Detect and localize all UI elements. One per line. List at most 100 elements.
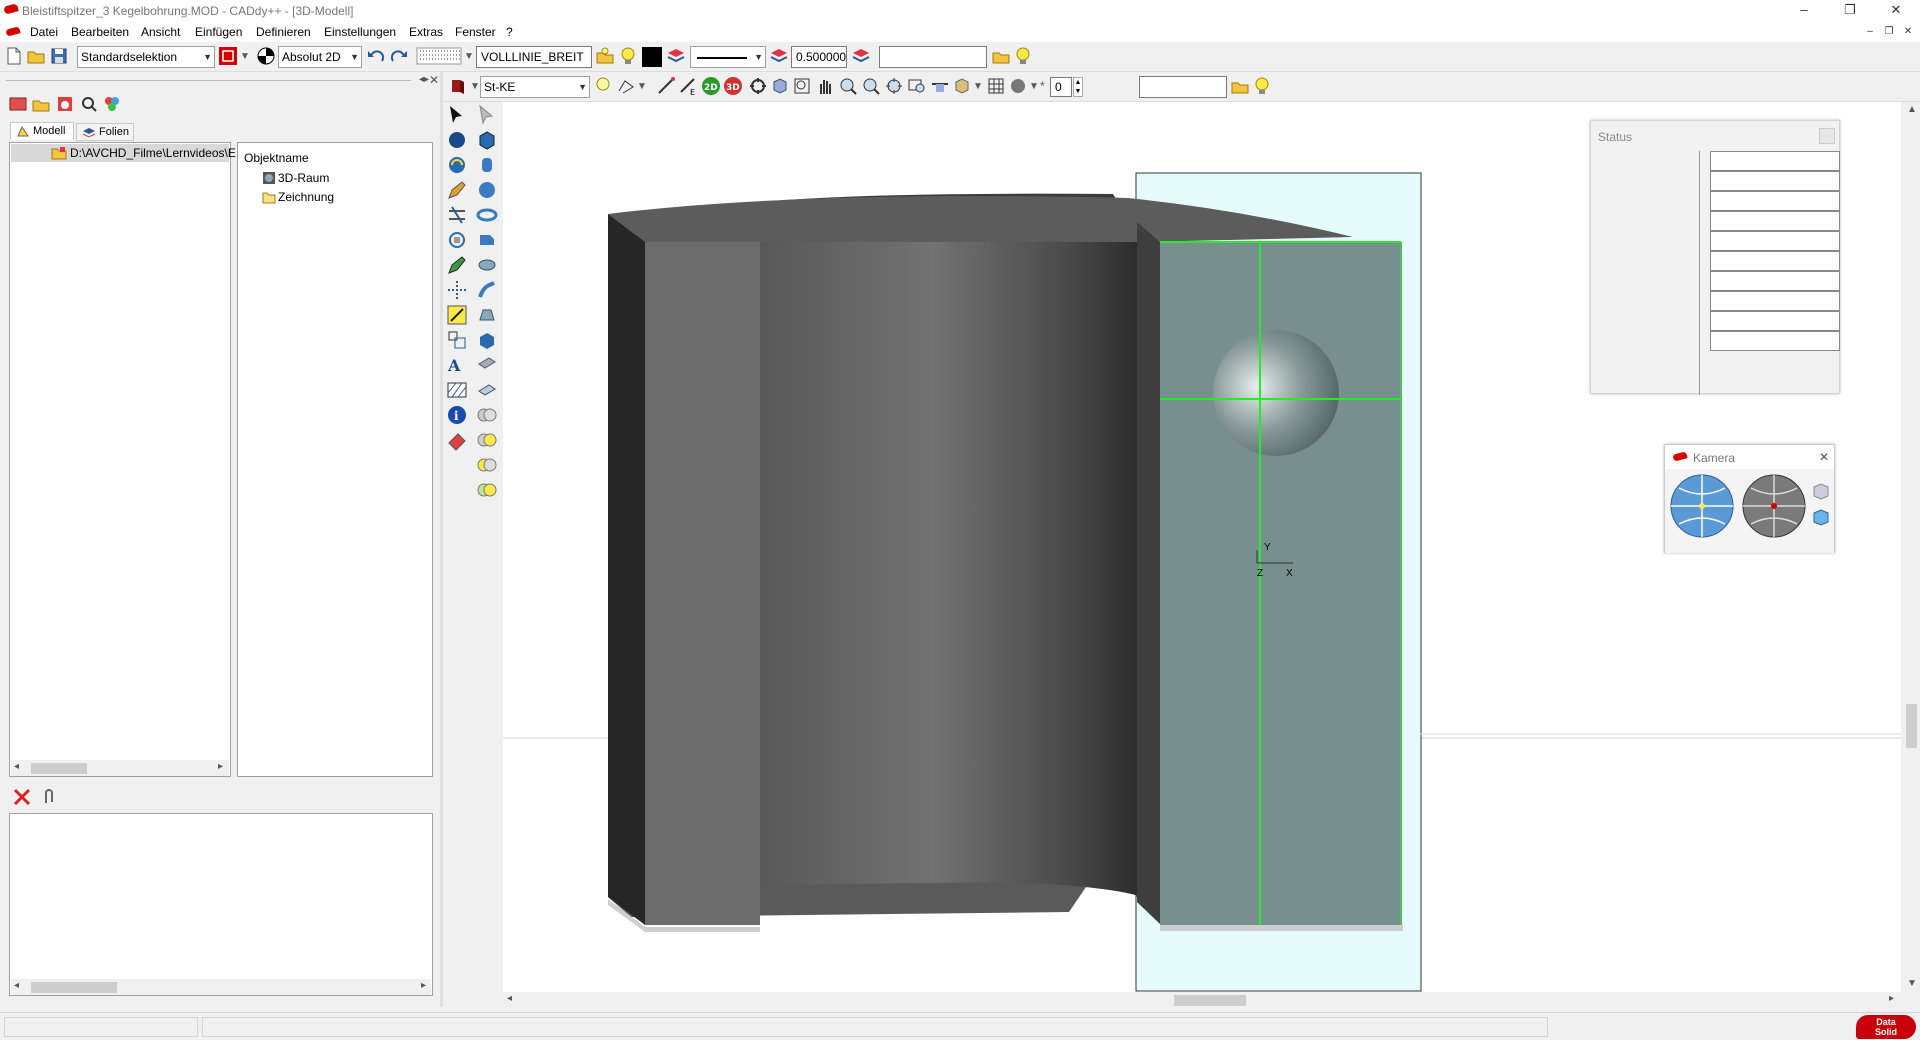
minimize-button[interactable]: – bbox=[1781, 0, 1827, 22]
zoom-window-icon[interactable] bbox=[792, 76, 812, 96]
status-field[interactable] bbox=[1710, 271, 1840, 291]
status-panel-pin-button[interactable] bbox=[1819, 128, 1835, 144]
tab-modell[interactable]: Modell bbox=[10, 122, 74, 140]
status-field[interactable] bbox=[1710, 291, 1840, 311]
layer-folder-icon[interactable] bbox=[595, 46, 615, 66]
viewport-vscroll-thumb[interactable] bbox=[1906, 704, 1917, 748]
tree-root-row[interactable]: D:\AVCHD_Filme\Lernvideos\E bbox=[11, 144, 236, 162]
viewport-hscrollbar[interactable]: ◂ ▸ bbox=[503, 992, 1901, 1008]
layer-folder-2-icon[interactable] bbox=[991, 46, 1011, 66]
layer-name-field[interactable] bbox=[879, 46, 987, 68]
wireframe-icon[interactable] bbox=[986, 76, 1006, 96]
dimension-icon[interactable] bbox=[446, 304, 468, 326]
camera-view-front-icon[interactable] bbox=[1811, 481, 1831, 501]
layer-stack-icon[interactable] bbox=[851, 46, 871, 66]
status-field[interactable] bbox=[1710, 251, 1840, 271]
close-button[interactable]: ✕ bbox=[1873, 0, 1919, 22]
section-plane-icon[interactable] bbox=[930, 76, 950, 96]
selection-filter-dropdown-icon[interactable]: ▼ bbox=[240, 51, 250, 62]
count-spin-buttons[interactable]: ▲ ▼ bbox=[1073, 77, 1083, 97]
light-icon[interactable] bbox=[593, 76, 613, 96]
render-sphere-icon[interactable] bbox=[1008, 76, 1028, 96]
line-width-field[interactable]: 0.500000 bbox=[791, 46, 847, 68]
status-field[interactable] bbox=[1710, 211, 1840, 231]
cylinder-icon[interactable] bbox=[476, 154, 498, 176]
tree-hscrollbar[interactable]: ◂ ▸ bbox=[11, 760, 229, 776]
extra-field[interactable] bbox=[1139, 76, 1227, 98]
pointer-gray-icon[interactable] bbox=[476, 104, 498, 126]
status-field[interactable] bbox=[1710, 331, 1840, 351]
count-spinner[interactable]: 0 bbox=[1050, 77, 1072, 97]
delete-property-icon[interactable] bbox=[12, 787, 32, 807]
scale-icon[interactable] bbox=[446, 329, 468, 351]
menu-einstellungen[interactable]: Einstellungen bbox=[324, 25, 396, 39]
properties-hscroll-thumb[interactable] bbox=[31, 982, 117, 993]
width-layers-icon[interactable] bbox=[769, 46, 789, 66]
tree-hscroll-thumb[interactable] bbox=[31, 763, 87, 774]
sphere-solid-icon[interactable] bbox=[476, 179, 498, 201]
status-field[interactable] bbox=[1710, 171, 1840, 191]
viewport-hscroll-thumb[interactable] bbox=[1174, 995, 1246, 1006]
lasso-select-icon[interactable] bbox=[616, 76, 636, 96]
menu-einfuegen[interactable]: Einfügen bbox=[195, 25, 242, 39]
menu-ansicht[interactable]: Ansicht bbox=[141, 25, 180, 39]
document-menu-icon[interactable] bbox=[5, 26, 21, 37]
edge-tool-icon[interactable]: E bbox=[678, 76, 698, 96]
coord-system-icon[interactable] bbox=[256, 46, 276, 66]
slice-icon[interactable] bbox=[476, 379, 498, 401]
star-icon[interactable]: * bbox=[1040, 79, 1045, 93]
mdi-restore-button[interactable]: ❐ bbox=[1881, 24, 1897, 40]
sphere-icon[interactable] bbox=[446, 129, 468, 151]
zoom-all-icon[interactable] bbox=[884, 76, 904, 96]
zoom-previous-icon[interactable] bbox=[907, 76, 927, 96]
trim-icon[interactable] bbox=[446, 204, 468, 226]
pencil-icon[interactable] bbox=[446, 179, 468, 201]
layer-folder-3-icon[interactable] bbox=[1230, 76, 1250, 96]
pan-hand-icon[interactable] bbox=[815, 76, 835, 96]
extrude-icon[interactable] bbox=[476, 229, 498, 251]
lasso-dropdown-icon[interactable]: ▼ bbox=[637, 81, 647, 92]
boolean-intersect-icon[interactable] bbox=[476, 454, 498, 476]
view-2d-icon[interactable]: 2D bbox=[701, 76, 721, 96]
render-dropdown-icon[interactable]: ▼ bbox=[1029, 81, 1039, 92]
camera-close-icon[interactable]: ✕ bbox=[1819, 450, 1829, 464]
save-file-icon[interactable] bbox=[49, 46, 69, 66]
box-icon[interactable] bbox=[476, 129, 498, 151]
torus-icon[interactable] bbox=[476, 204, 498, 226]
shading-dropdown-icon[interactable]: ▼ bbox=[973, 81, 983, 92]
model-view-icon[interactable] bbox=[8, 94, 28, 114]
open-file-icon[interactable] bbox=[26, 46, 46, 66]
chamfer-icon[interactable] bbox=[476, 329, 498, 351]
orbit-icon[interactable] bbox=[748, 76, 768, 96]
color-swatch[interactable] bbox=[642, 47, 662, 67]
bulb-3-icon[interactable] bbox=[1252, 76, 1272, 96]
zoom-out-icon[interactable] bbox=[861, 76, 881, 96]
mdi-close-button[interactable]: ✕ bbox=[1900, 24, 1916, 40]
menu-definieren[interactable]: Definieren bbox=[256, 25, 311, 39]
material-icon-dropdown[interactable]: ▼ bbox=[470, 81, 480, 92]
new-file-icon[interactable] bbox=[4, 46, 24, 66]
bulb-2-icon[interactable] bbox=[1013, 46, 1033, 66]
loft-icon[interactable] bbox=[476, 304, 498, 326]
selection-mode-select[interactable]: Standardselektion ▼ bbox=[77, 46, 215, 68]
revolve-icon[interactable] bbox=[476, 254, 498, 276]
attach-property-icon[interactable] bbox=[38, 787, 58, 807]
panel-close-icon[interactable]: ✕ bbox=[429, 73, 439, 87]
boolean-misc-icon[interactable] bbox=[476, 479, 498, 501]
material-icon[interactable] bbox=[448, 76, 468, 96]
menu-help[interactable]: ? bbox=[506, 25, 513, 39]
panel-autohide-icon[interactable]: ◂▸ bbox=[419, 74, 429, 85]
menu-datei[interactable]: Datei bbox=[30, 25, 58, 39]
status-field[interactable] bbox=[1710, 191, 1840, 211]
rotate-icon[interactable] bbox=[446, 154, 468, 176]
view-3d-icon[interactable]: 3D bbox=[723, 76, 743, 96]
info-icon[interactable]: i bbox=[446, 404, 468, 426]
camera-pan-globe-icon[interactable] bbox=[1741, 473, 1807, 539]
status-field[interactable] bbox=[1710, 231, 1840, 251]
menu-fenster[interactable]: Fenster bbox=[455, 25, 496, 39]
bulb-icon[interactable] bbox=[618, 46, 638, 66]
shading-icon[interactable] bbox=[952, 76, 972, 96]
eraser-icon[interactable] bbox=[446, 429, 468, 451]
sweep-icon[interactable] bbox=[476, 279, 498, 301]
hatch-icon[interactable] bbox=[446, 379, 468, 401]
